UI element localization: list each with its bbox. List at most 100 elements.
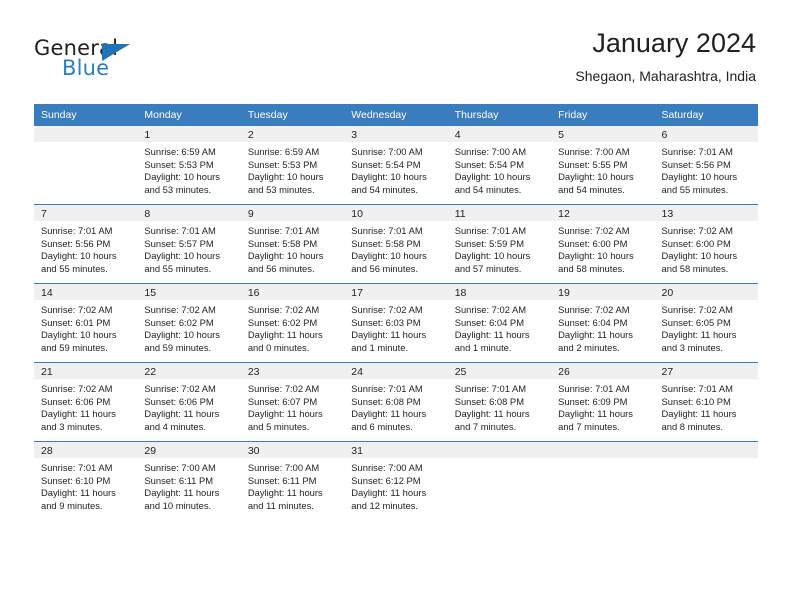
daylight-duration-line-1: Daylight: 11 hours — [41, 487, 116, 499]
calendar-day-cell[interactable]: 19 Sunrise: 7:02 AM Sunset: 6:04 PM Dayligh… — [551, 283, 655, 363]
calendar-day-cell[interactable]: 2 Sunrise: 6:59 AM Sunset: 5:53 PM Daylight… — [240, 126, 345, 205]
day-number: 2 — [240, 126, 345, 142]
day-number: 5 — [551, 126, 655, 142]
sunset-time: Sunset: 6:00 PM — [661, 237, 731, 249]
calendar-day-cell[interactable]: 15 Sunrise: 7:02 AM Sunset: 6:02 PM Dayligh… — [137, 283, 241, 363]
day-details: Sunrise: 6:59 AM Sunset: 5:53 PM Daylight:… — [137, 142, 240, 196]
daylight-duration-line-2: and 58 minutes. — [558, 262, 625, 274]
calendar-day-cell[interactable]: 5 Sunrise: 7:00 AM Sunset: 5:55 PM Daylight… — [551, 126, 655, 205]
day-details: Sunrise: 7:01 AM Sunset: 6:10 PM Daylight:… — [34, 458, 137, 512]
day-details: Sunrise: 7:00 AM Sunset: 5:54 PM Daylight:… — [344, 142, 447, 196]
daylight-duration-line-1: Daylight: 10 hours — [144, 250, 220, 262]
calendar-day-cell[interactable]: 10 Sunrise: 7:01 AM Sunset: 5:58 PM Dayligh… — [344, 204, 448, 284]
sunrise-time: Sunrise: 7:02 AM — [454, 304, 527, 315]
calendar-day-cell[interactable]: 18 Sunrise: 7:02 AM Sunset: 6:04 PM Dayligh… — [447, 283, 552, 363]
sunset-time: Sunset: 5:59 PM — [454, 237, 524, 249]
day-number: 7 — [34, 205, 138, 221]
day-details: Sunrise: 6:59 AM Sunset: 5:53 PM Daylight:… — [241, 142, 344, 196]
day-number: 20 — [654, 284, 758, 300]
calendar-day-cell[interactable]: 14 Sunrise: 7:02 AM Sunset: 6:01 PM Dayligh… — [34, 283, 138, 363]
calendar-week-row: 1 Sunrise: 6:59 AM Sunset: 5:53 PM Daylight… — [34, 126, 758, 205]
sunset-time: Sunset: 5:53 PM — [247, 158, 318, 170]
day-number: 26 — [551, 363, 655, 379]
calendar-day-cell[interactable]: 26 Sunrise: 7:01 AM Sunset: 6:09 PM Dayligh… — [551, 362, 655, 442]
calendar-day-cell[interactable]: 6 Sunrise: 7:01 AM Sunset: 5:56 PM Daylight… — [654, 126, 758, 205]
day-details — [655, 458, 758, 462]
sunset-time: Sunset: 6:02 PM — [247, 316, 318, 328]
calendar-day-cell[interactable]: 17 Sunrise: 7:02 AM Sunset: 6:03 PM Dayligh… — [344, 283, 448, 363]
calendar-day-cell[interactable]: 1 Sunrise: 6:59 AM Sunset: 5:53 PM Daylight… — [137, 126, 241, 205]
calendar-day-cell[interactable]: 8 Sunrise: 7:01 AM Sunset: 5:57 PM Daylight… — [137, 204, 241, 284]
calendar-day-cell[interactable]: 7 Sunrise: 7:01 AM Sunset: 5:56 PM Daylight… — [34, 204, 138, 284]
day-number — [654, 442, 758, 458]
calendar-day-cell[interactable]: 29 Sunrise: 7:00 AM Sunset: 6:11 PM Dayligh… — [137, 441, 241, 520]
daylight-duration-line-1: Daylight: 11 hours — [558, 329, 633, 341]
daylight-duration-line-1: Daylight: 11 hours — [351, 329, 427, 341]
daylight-duration-line-2: and 4 minutes. — [144, 420, 206, 432]
sunset-time: Sunset: 6:06 PM — [41, 395, 111, 407]
daylight-duration-line-2: and 3 minutes. — [41, 420, 103, 432]
weekday-header-friday: Friday — [551, 104, 655, 126]
day-details: Sunrise: 7:01 AM Sunset: 5:56 PM Daylight:… — [655, 142, 758, 196]
sunset-time: Sunset: 6:07 PM — [247, 395, 318, 407]
calendar-day-cell-empty — [551, 441, 655, 520]
calendar-day-cell[interactable]: 25 Sunrise: 7:01 AM Sunset: 6:08 PM Dayligh… — [447, 362, 552, 442]
calendar-day-cell[interactable]: 11 Sunrise: 7:01 AM Sunset: 5:59 PM Dayligh… — [447, 204, 552, 284]
sunset-time: Sunset: 6:05 PM — [661, 316, 731, 328]
weekday-header-monday: Monday — [137, 104, 241, 126]
day-number: 23 — [240, 363, 345, 379]
calendar-day-cell[interactable]: 23 Sunrise: 7:02 AM Sunset: 6:07 PM Dayligh… — [240, 362, 345, 442]
sunrise-time: Sunrise: 7:00 AM — [247, 462, 320, 473]
day-details: Sunrise: 7:01 AM Sunset: 6:10 PM Daylight:… — [655, 379, 758, 433]
day-number: 6 — [654, 126, 758, 142]
daylight-duration-line-1: Daylight: 10 hours — [661, 171, 738, 183]
day-number: 13 — [654, 205, 758, 221]
daylight-duration-line-1: Daylight: 11 hours — [351, 487, 427, 499]
calendar-day-cell[interactable]: 24 Sunrise: 7:01 AM Sunset: 6:08 PM Dayligh… — [344, 362, 448, 442]
day-details: Sunrise: 7:00 AM Sunset: 6:12 PM Daylight:… — [344, 458, 447, 512]
daylight-duration-line-1: Daylight: 11 hours — [247, 487, 323, 499]
day-number: 11 — [447, 205, 552, 221]
sunrise-time: Sunrise: 7:02 AM — [144, 383, 216, 394]
sunset-time: Sunset: 6:08 PM — [454, 395, 524, 407]
daylight-duration-line-2: and 9 minutes. — [41, 499, 103, 511]
sunset-time: Sunset: 6:00 PM — [558, 237, 628, 249]
calendar-day-cell[interactable]: 22 Sunrise: 7:02 AM Sunset: 6:06 PM Dayligh… — [137, 362, 241, 442]
calendar-day-cell[interactable]: 13 Sunrise: 7:02 AM Sunset: 6:00 PM Dayligh… — [654, 204, 758, 284]
calendar-day-cell[interactable]: 4 Sunrise: 7:00 AM Sunset: 5:54 PM Daylight… — [447, 126, 552, 205]
daylight-duration-line-1: Daylight: 10 hours — [247, 250, 324, 262]
calendar-day-cell[interactable]: 9 Sunrise: 7:01 AM Sunset: 5:58 PM Daylight… — [240, 204, 345, 284]
daylight-duration-line-2: and 55 minutes. — [144, 262, 212, 274]
calendar-day-cell[interactable]: 31 Sunrise: 7:00 AM Sunset: 6:12 PM Dayligh… — [344, 441, 448, 520]
sunset-time: Sunset: 6:06 PM — [144, 395, 214, 407]
day-number: 25 — [447, 363, 552, 379]
calendar-day-cell[interactable]: 27 Sunrise: 7:01 AM Sunset: 6:10 PM Dayligh… — [654, 362, 758, 442]
calendar-day-cell[interactable]: 30 Sunrise: 7:00 AM Sunset: 6:11 PM Dayligh… — [240, 441, 345, 520]
sunrise-time: Sunrise: 7:01 AM — [661, 146, 733, 157]
sunset-time: Sunset: 5:56 PM — [41, 237, 111, 249]
calendar-day-cell[interactable]: 20 Sunrise: 7:02 AM Sunset: 6:05 PM Dayligh… — [654, 283, 758, 363]
day-details — [448, 458, 551, 462]
sunset-time: Sunset: 6:03 PM — [351, 316, 421, 328]
sunrise-time: Sunrise: 7:01 AM — [41, 462, 113, 473]
calendar-day-cell[interactable]: 21 Sunrise: 7:02 AM Sunset: 6:06 PM Dayligh… — [34, 362, 138, 442]
day-details: Sunrise: 7:02 AM Sunset: 6:07 PM Daylight:… — [241, 379, 344, 433]
sunset-time: Sunset: 6:02 PM — [144, 316, 214, 328]
sunrise-time: Sunrise: 6:59 AM — [144, 146, 216, 157]
day-details: Sunrise: 7:02 AM Sunset: 6:04 PM Daylight:… — [551, 300, 654, 354]
sunrise-time: Sunrise: 7:02 AM — [144, 304, 216, 315]
daylight-duration-line-2: and 56 minutes. — [351, 262, 418, 274]
day-number: 4 — [447, 126, 552, 142]
calendar-day-cell[interactable]: 3 Sunrise: 7:00 AM Sunset: 5:54 PM Daylight… — [344, 126, 448, 205]
sunrise-time: Sunrise: 7:01 AM — [454, 225, 527, 236]
sunrise-time: Sunrise: 7:00 AM — [351, 462, 423, 473]
day-number: 18 — [447, 284, 552, 300]
sunset-time: Sunset: 5:53 PM — [144, 158, 214, 170]
calendar-day-cell[interactable]: 12 Sunrise: 7:02 AM Sunset: 6:00 PM Dayligh… — [551, 204, 655, 284]
calendar-day-cell[interactable]: 16 Sunrise: 7:02 AM Sunset: 6:02 PM Dayligh… — [240, 283, 345, 363]
daylight-duration-line-1: Daylight: 10 hours — [558, 171, 634, 183]
daylight-duration-line-2: and 6 minutes. — [351, 420, 413, 432]
calendar-day-cell[interactable]: 28 Sunrise: 7:01 AM Sunset: 6:10 PM Dayligh… — [34, 441, 138, 520]
day-number — [551, 442, 655, 458]
daylight-duration-line-2: and 56 minutes. — [247, 262, 315, 274]
